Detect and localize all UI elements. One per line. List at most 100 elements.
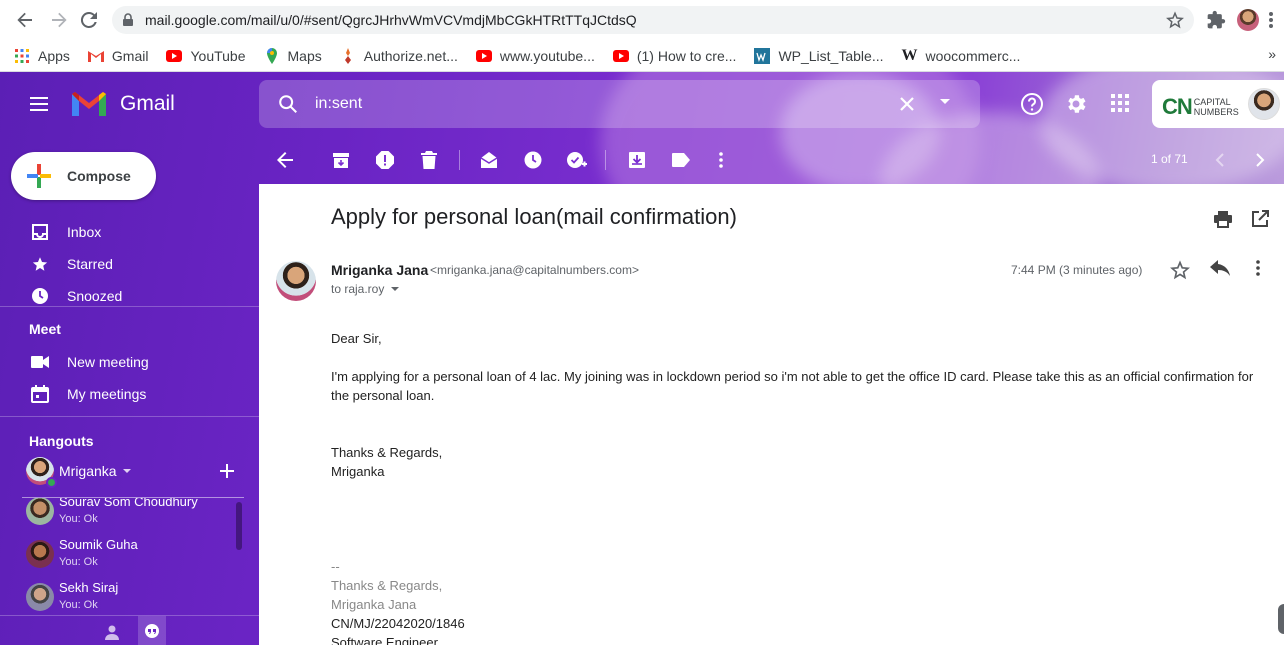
sidebar-item-new-meeting[interactable]: New meeting xyxy=(0,346,259,378)
gmail-logo[interactable]: Gmail xyxy=(70,90,175,118)
wp-favicon-icon xyxy=(754,47,771,64)
youtube-icon xyxy=(166,48,183,64)
bookmark-woocommerce[interactable]: W woocommerc... xyxy=(902,47,1021,64)
trash-icon xyxy=(421,151,437,169)
labels-button[interactable] xyxy=(671,150,691,170)
main-menu-icon[interactable] xyxy=(26,93,52,115)
archive-button[interactable] xyxy=(331,150,351,170)
apps-grid-icon xyxy=(14,48,30,64)
delete-button[interactable] xyxy=(419,150,439,170)
newer-button[interactable] xyxy=(1210,150,1230,170)
extensions-icon[interactable] xyxy=(1206,10,1226,30)
apps-grid-icon[interactable] xyxy=(1109,92,1131,114)
sender-avatar[interactable] xyxy=(276,261,316,301)
signature-name: Mriganka Jana xyxy=(331,597,417,612)
compose-plus-icon xyxy=(27,164,51,188)
capital-numbers-logo: CN CAPITAL NUMBERS xyxy=(1162,94,1239,120)
report-spam-button[interactable] xyxy=(375,150,395,170)
hangouts-contact[interactable]: Soumik Guha You: Ok xyxy=(26,537,236,580)
print-icon[interactable] xyxy=(1214,210,1232,228)
add-task-icon xyxy=(567,152,587,168)
sidebar-item-starred[interactable]: Starred xyxy=(0,248,259,280)
person-icon[interactable] xyxy=(104,624,120,640)
bookmark-label: (1) How to cre... xyxy=(636,47,737,64)
side-panel-toggle[interactable] xyxy=(1278,604,1284,634)
star-icon[interactable] xyxy=(1170,260,1190,280)
lock-icon xyxy=(123,13,133,26)
chevron-down-icon[interactable] xyxy=(122,468,132,474)
online-status-dot xyxy=(46,477,57,488)
contacts-scrollbar[interactable] xyxy=(236,502,242,550)
gmail-header: Gmail CN CAPITALNUMBERS xyxy=(0,72,1284,136)
more-vert-icon[interactable] xyxy=(1256,260,1260,276)
bookmark-youtube[interactable]: YouTube xyxy=(166,48,246,64)
more-actions-button[interactable] xyxy=(711,150,731,170)
video-icon xyxy=(30,352,50,372)
open-in-new-window-icon[interactable] xyxy=(1251,210,1269,228)
reply-icon[interactable] xyxy=(1210,260,1230,280)
bookmark-apps[interactable]: Apps xyxy=(14,48,70,64)
recipients-line[interactable]: to raja.roy xyxy=(331,282,400,296)
back-to-list-button[interactable] xyxy=(275,150,295,170)
bookmark-maps[interactable]: Maps xyxy=(264,47,322,64)
bookmark-youtube-2[interactable]: www.youtube... xyxy=(475,48,595,64)
mark-unread-button[interactable] xyxy=(479,150,499,170)
bookmark-star-icon[interactable] xyxy=(1166,11,1184,29)
snooze-button[interactable] xyxy=(523,150,543,170)
url-text: mail.google.com/mail/u/0/#sent/QgrcJHrhv… xyxy=(145,12,637,28)
chevron-down-icon[interactable] xyxy=(390,286,400,292)
bookmark-how-to-create[interactable]: (1) How to cre... xyxy=(612,47,737,64)
inbox-icon xyxy=(30,222,50,242)
bookmark-gmail[interactable]: Gmail xyxy=(87,48,148,64)
sidebar-item-my-meetings[interactable]: My meetings xyxy=(0,378,259,410)
contact-avatar xyxy=(26,540,54,568)
browser-profile-avatar[interactable] xyxy=(1237,9,1259,31)
add-to-tasks-button[interactable] xyxy=(567,150,587,170)
gmail-m-icon xyxy=(72,92,106,116)
move-to-button[interactable] xyxy=(627,150,647,170)
add-icon[interactable] xyxy=(219,463,235,479)
help-icon[interactable] xyxy=(1020,92,1044,116)
sidebar-item-inbox[interactable]: Inbox xyxy=(0,216,259,248)
account-avatar[interactable] xyxy=(1248,88,1280,120)
back-button[interactable] xyxy=(12,7,38,33)
browser-menu-icon[interactable] xyxy=(1268,10,1274,30)
hangouts-user[interactable]: Mriganka xyxy=(26,456,246,488)
bookmark-wp-list-table[interactable]: WP_List_Table... xyxy=(754,47,884,64)
contact-avatar xyxy=(26,498,54,525)
archive-icon xyxy=(333,153,349,168)
contact-name: Sekh Siraj xyxy=(59,580,119,595)
hangouts-contact[interactable]: Sekh Siraj You: Ok xyxy=(26,580,236,617)
account-switcher[interactable]: CN CAPITAL NUMBERS xyxy=(1152,80,1284,128)
sidebar-divider xyxy=(0,416,259,417)
bookmark-authorize-net[interactable]: Authorize.net... xyxy=(340,47,458,64)
search-bar[interactable] xyxy=(259,80,980,128)
close-icon[interactable] xyxy=(895,92,919,116)
sidebar-item-snoozed[interactable]: Snoozed xyxy=(0,280,259,312)
cn-wordmark: CAPITAL NUMBERS xyxy=(1193,97,1239,117)
older-button[interactable] xyxy=(1250,150,1270,170)
search-input[interactable] xyxy=(315,92,875,116)
arrow-left-icon xyxy=(17,12,32,28)
forward-button[interactable] xyxy=(46,7,72,33)
bookmarks-bar: Apps Gmail YouTube Maps Authorize.net...… xyxy=(0,40,1284,72)
gmail-app: Gmail CN CAPITALNUMBERS xyxy=(0,72,1284,645)
contact-name: Soumik Guha xyxy=(59,537,138,552)
sender-name: Mriganka Jana xyxy=(331,262,429,278)
bookmark-label: WP_List_Table... xyxy=(778,47,884,64)
search-options-caret-icon[interactable] xyxy=(939,98,951,106)
maps-icon xyxy=(264,47,280,64)
hangouts-contacts-list: Sourav Som Choudhury You: Ok Soumik Guha… xyxy=(22,497,244,617)
hangouts-tab[interactable] xyxy=(138,616,166,645)
gear-icon[interactable] xyxy=(1064,92,1088,116)
address-bar[interactable]: mail.google.com/mail/u/0/#sent/QgrcJHrhv… xyxy=(112,6,1194,34)
bookmark-label: woocommerc... xyxy=(925,47,1021,64)
sidebar-divider xyxy=(0,306,259,307)
hangouts-contact[interactable]: Sourav Som Choudhury You: Ok xyxy=(26,498,236,537)
reload-button[interactable] xyxy=(76,7,102,33)
compose-button[interactable]: Compose xyxy=(11,152,156,200)
signature-regards: Thanks & Regards, xyxy=(331,578,443,593)
search-icon[interactable] xyxy=(277,93,299,115)
report-spam-icon xyxy=(376,151,394,169)
more-bookmarks-button[interactable]: » xyxy=(1268,46,1276,62)
